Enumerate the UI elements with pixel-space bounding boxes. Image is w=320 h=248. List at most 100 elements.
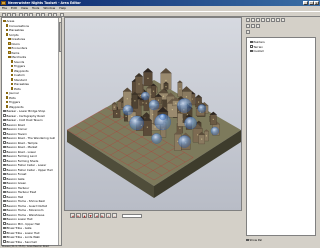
tree-item[interactable]: Plots — [10, 87, 21, 91]
tree-item[interactable]: Placeables — [10, 82, 29, 86]
tree-item[interactable]: Beacon Harbour — [3, 186, 29, 190]
light-source-marker[interactable] — [210, 126, 220, 136]
tree-item-label: Beacon Road - Lower — [6, 149, 36, 154]
tree-item[interactable]: Journal — [5, 91, 19, 95]
tree-item[interactable]: Beacon Farming Land — [3, 154, 37, 158]
paint-waypoint-icon[interactable] — [281, 18, 285, 22]
expand-icon — [250, 45, 253, 48]
close-button[interactable]: × — [314, 1, 319, 5]
palette-item[interactable]: Custom — [250, 49, 264, 53]
tree-item[interactable]: Beacon Road — [3, 123, 25, 127]
paint-creature-icon[interactable] — [246, 18, 250, 22]
tree-item[interactable]: Items — [8, 51, 19, 55]
tree-item[interactable]: Bazaar - Cartography Room — [3, 114, 45, 118]
tree-item[interactable]: Waypoints — [10, 69, 29, 73]
paint-door-icon[interactable] — [251, 18, 255, 22]
tree-item[interactable]: Encounters — [8, 46, 27, 50]
rotate-left-icon[interactable]: ◄ — [70, 213, 75, 218]
tree-item[interactable]: Plots — [5, 96, 16, 100]
zoom-in-icon[interactable]: + — [106, 213, 111, 218]
tree-item[interactable]: Beacon Home - Warehouse — [3, 213, 44, 217]
tree-item[interactable]: Bhaal Tribe - Lords Walk — [3, 235, 40, 239]
paint-sound-icon[interactable] — [271, 18, 275, 22]
palette-list[interactable]: Painters Terrain Custom — [246, 37, 316, 236]
light-source-marker[interactable] — [184, 116, 197, 130]
tree-item[interactable]: Beacon Fisher Cellar - Lower — [3, 163, 46, 167]
tree-item[interactable]: Beacon Mill - Upper Hall — [3, 222, 40, 226]
tree-item[interactable]: Bazaar - Cold Dust Tavern — [3, 118, 43, 122]
tree-item-label: Areas — [6, 19, 15, 23]
tree-item[interactable]: Sounds — [10, 60, 24, 64]
light-source-marker[interactable] — [151, 133, 162, 144]
terrain-icon[interactable] — [251, 24, 255, 28]
folder-icon — [10, 78, 13, 81]
scrollbar-thumb[interactable] — [59, 22, 61, 52]
tree-item[interactable]: Beacon Road - Temple — [3, 141, 38, 145]
module-tree-panel[interactable]: Areas Conversations Placeables Scripts Creat… — [1, 17, 62, 246]
light-source-marker[interactable] — [122, 104, 134, 116]
tree-item[interactable]: Beacon Fisher Cellar - Upper Hall — [3, 168, 53, 172]
tree-item[interactable]: Bazaar - Lower Bridge Shop — [3, 109, 45, 113]
tree-item[interactable]: Bhaal Tribe - Gate — [3, 226, 32, 230]
tree-item[interactable]: Beacon Home - Storeroom — [3, 208, 43, 212]
tree-item[interactable]: Bhaal Tribe - Lower Hall — [3, 231, 39, 235]
tree-item[interactable]: Areas — [3, 19, 14, 23]
light-source-marker[interactable] — [177, 98, 192, 113]
zoom-out-icon[interactable]: − — [112, 213, 117, 218]
area-icon — [3, 141, 6, 144]
tree-item[interactable]: Creatures — [8, 37, 25, 41]
paint-item-icon[interactable] — [256, 18, 260, 22]
tree-item[interactable]: Beacon Home - Shrine Rest — [3, 199, 45, 203]
palette-item[interactable]: Terrain — [250, 45, 263, 49]
filter-icon[interactable] — [246, 30, 250, 34]
tree-item[interactable]: Beacon Farming Sheds — [3, 159, 38, 163]
paint-placeable-icon[interactable] — [266, 18, 270, 22]
tree-item[interactable]: Beacon Forest — [3, 172, 26, 176]
select-icon[interactable] — [246, 24, 250, 28]
tree-item[interactable]: Triggers — [5, 100, 20, 104]
show-palette-checkbox[interactable]: Show Pal — [246, 238, 262, 242]
light-source-marker[interactable] — [129, 115, 144, 131]
light-source-marker[interactable] — [141, 91, 150, 101]
tree-item[interactable]: Bhaal Tribe - Sanctum — [3, 240, 37, 244]
tree-item[interactable]: Beacon Hall — [3, 195, 23, 199]
tree-item[interactable]: Scripts — [5, 33, 19, 37]
tree-item[interactable]: Beacon Corner — [3, 127, 27, 131]
light-source-marker[interactable] — [197, 104, 207, 113]
tree-item[interactable]: Beacon Tavern — [3, 132, 27, 136]
tree-item[interactable]: Beacon Green — [3, 181, 26, 185]
tree-scrollbar[interactable] — [58, 18, 61, 245]
area-3d-viewport[interactable] — [64, 17, 242, 211]
tree-item-label: Beacon Home - Guard Outlet — [6, 203, 47, 208]
light-source-marker[interactable] — [178, 135, 191, 148]
tree-item[interactable]: Beacon Road - Market — [3, 145, 37, 149]
camera-field[interactable] — [122, 213, 142, 218]
tree-item[interactable]: Placeables — [5, 28, 24, 32]
palette-item[interactable]: Painters — [250, 40, 265, 44]
light-source-marker[interactable] — [159, 113, 166, 121]
tile-icon[interactable] — [256, 24, 260, 28]
tree-item[interactable]: Doors — [8, 42, 20, 46]
tree-item[interactable]: Beacon Harbour East — [3, 190, 36, 194]
tree-item[interactable]: Beacon Lower Hall — [3, 217, 32, 221]
tree-item[interactable]: Beacon Gate — [3, 177, 24, 181]
tree-item[interactable]: Triggers — [10, 64, 25, 68]
tree-item[interactable]: Custom — [10, 73, 25, 77]
tree-item[interactable]: Beacon Road - Lower — [3, 150, 36, 154]
tree-item[interactable]: Standard — [10, 78, 27, 82]
tree-item[interactable]: Beacon Road - The Wandering Gull — [3, 136, 55, 140]
tree-item[interactable]: Conversations — [5, 24, 29, 28]
pan-left-icon[interactable]: ◄ — [94, 213, 99, 218]
tree-item[interactable]: Beacon Home - Guard Outlet — [3, 204, 47, 208]
maximize-button[interactable]: □ — [308, 1, 314, 5]
rotate-right-icon[interactable]: ► — [76, 213, 81, 218]
paint-encounter-icon[interactable] — [261, 18, 265, 22]
pan-right-icon[interactable]: ► — [100, 213, 105, 218]
paint-trigger-icon[interactable] — [276, 18, 280, 22]
pan-up-icon[interactable]: ▲ — [82, 213, 87, 218]
light-source-marker[interactable] — [148, 99, 160, 111]
tree-item[interactable]: Merchants — [8, 55, 26, 59]
tree-item[interactable]: Waypoints — [5, 105, 24, 109]
pan-down-icon[interactable]: ▼ — [88, 213, 93, 218]
minimize-button[interactable]: _ — [303, 1, 308, 5]
